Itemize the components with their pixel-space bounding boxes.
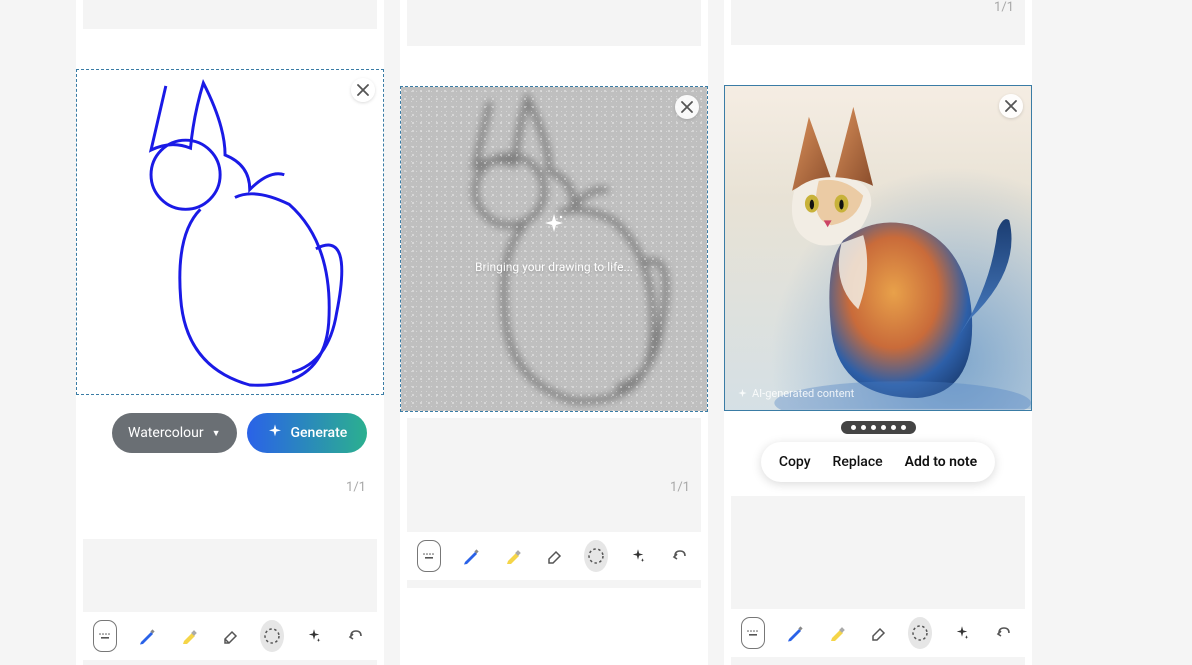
lasso-icon[interactable] bbox=[584, 540, 608, 572]
keyboard-icon[interactable] bbox=[417, 540, 441, 572]
ai-sparkle-icon[interactable] bbox=[950, 617, 974, 649]
note-body-blank bbox=[731, 496, 1025, 609]
style-label: Watercolour bbox=[128, 425, 204, 441]
lasso-icon[interactable] bbox=[908, 617, 932, 649]
copy-button[interactable]: Copy bbox=[779, 454, 811, 470]
chevron-down-icon: ▼ bbox=[212, 428, 221, 439]
panel-sketch: Watercolour ▼ Generate 1/1 bbox=[76, 0, 384, 665]
eraser-icon[interactable] bbox=[542, 540, 566, 572]
keyboard-icon[interactable] bbox=[93, 620, 117, 652]
eraser-icon[interactable] bbox=[218, 620, 242, 652]
undo-icon[interactable] bbox=[991, 617, 1015, 649]
ai-content-label: AI-generated content bbox=[737, 387, 854, 400]
highlighter-icon[interactable] bbox=[825, 617, 849, 649]
undo-icon[interactable] bbox=[343, 620, 367, 652]
drawing-toolbar bbox=[407, 532, 701, 580]
keyboard-icon[interactable] bbox=[741, 617, 765, 649]
note-header-blank bbox=[731, 0, 1025, 45]
panel-loading: Bringing your drawing to life... 1/1 bbox=[400, 0, 708, 665]
highlighter-icon[interactable] bbox=[177, 620, 201, 652]
note-header-blank bbox=[407, 0, 701, 46]
sketch-canvas[interactable] bbox=[77, 70, 383, 394]
result-actions: Copy Replace Add to note bbox=[761, 442, 995, 482]
style-selector[interactable]: Watercolour ▼ bbox=[112, 413, 237, 453]
loading-text: Bringing your drawing to life... bbox=[475, 260, 633, 274]
page-counter: 1/1 bbox=[346, 480, 366, 495]
page-counter: 1/1 bbox=[670, 480, 690, 495]
canvas-selection[interactable] bbox=[76, 69, 384, 395]
bottom-strip bbox=[407, 580, 701, 588]
pagination-dots[interactable] bbox=[841, 421, 916, 434]
canvas-selection[interactable]: AI-generated content bbox=[724, 85, 1032, 411]
generate-label: Generate bbox=[291, 425, 348, 441]
pen-icon[interactable] bbox=[135, 620, 159, 652]
sparkle-icon bbox=[475, 212, 633, 242]
pen-icon[interactable] bbox=[783, 617, 807, 649]
generate-button[interactable]: Generate bbox=[247, 413, 368, 453]
bottom-strip bbox=[731, 657, 1025, 665]
drawing-toolbar bbox=[83, 612, 377, 660]
panel-result: AI-generated content Copy Replace Add to… bbox=[724, 0, 1032, 665]
drawing-toolbar bbox=[731, 609, 1025, 657]
bottom-strip bbox=[83, 660, 377, 665]
add-to-note-button[interactable]: Add to note bbox=[905, 454, 978, 470]
replace-button[interactable]: Replace bbox=[833, 454, 883, 470]
canvas-selection: Bringing your drawing to life... bbox=[400, 86, 708, 412]
generated-image[interactable]: AI-generated content bbox=[725, 86, 1031, 410]
generate-controls: Watercolour ▼ Generate bbox=[112, 413, 384, 453]
pen-icon[interactable] bbox=[459, 540, 483, 572]
highlighter-icon[interactable] bbox=[501, 540, 525, 572]
undo-icon[interactable] bbox=[667, 540, 691, 572]
loading-overlay: Bringing your drawing to life... bbox=[401, 87, 707, 411]
note-body-blank bbox=[83, 539, 377, 612]
ai-sparkle-icon[interactable] bbox=[302, 620, 326, 652]
sparkle-icon bbox=[267, 423, 283, 443]
lasso-icon[interactable] bbox=[260, 620, 284, 652]
note-body-blank bbox=[407, 418, 701, 532]
close-icon[interactable] bbox=[675, 95, 699, 119]
note-header-blank bbox=[83, 0, 377, 29]
eraser-icon[interactable] bbox=[866, 617, 890, 649]
page-counter: 1/1 bbox=[994, 0, 1014, 15]
ai-sparkle-icon[interactable] bbox=[626, 540, 650, 572]
